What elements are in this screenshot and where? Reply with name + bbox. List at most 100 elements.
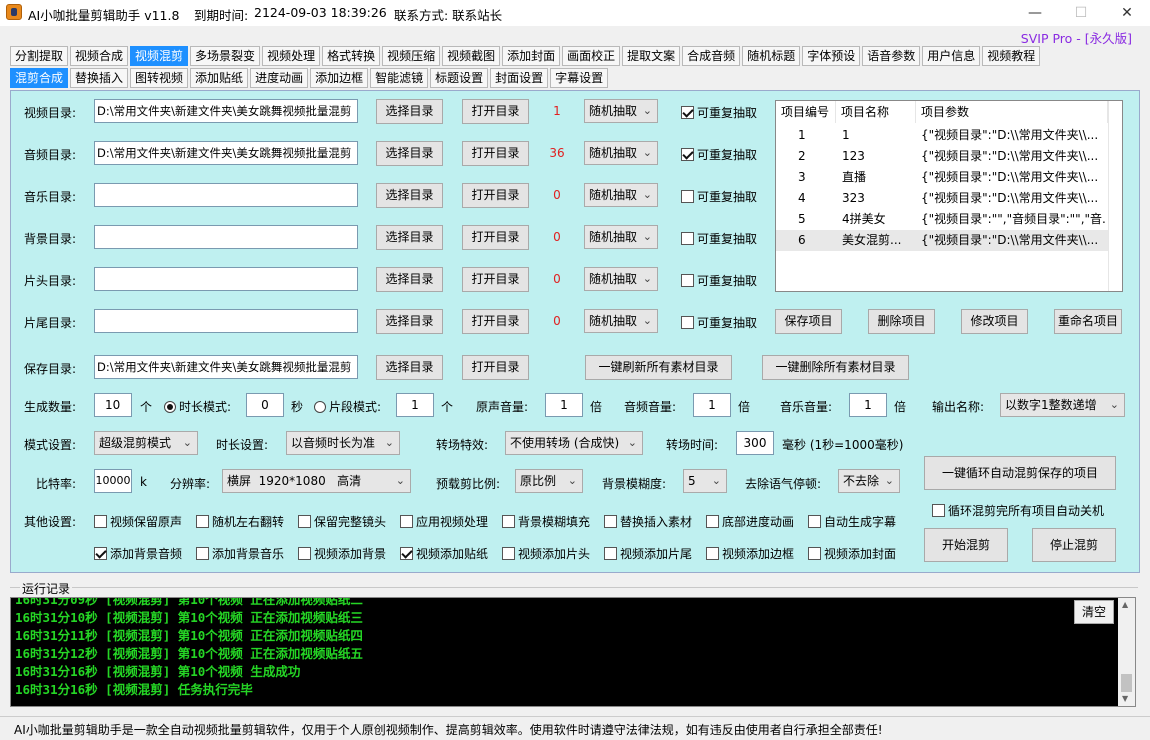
main-tab-4[interactable]: 视频处理 <box>262 46 321 66</box>
minimize-button[interactable]: — <box>1012 0 1058 26</box>
table-row[interactable]: 3 直播 {"视频目录":"D:\\常用文件夹\\... <box>776 167 1108 188</box>
segment-mode-radio[interactable]: 片段模式: <box>314 398 381 415</box>
repeat-extract-checkbox[interactable]: 可重复抽取 <box>681 146 757 163</box>
project-list[interactable]: 项目编号 项目名称 项目参数 1 1 {"视频目录":"D:\\常用文件夹\\...… <box>775 100 1123 292</box>
option-checkbox[interactable]: 替换插入素材 <box>604 513 692 530</box>
main-tab-1[interactable]: 视频合成 <box>70 46 129 66</box>
save-dir-input[interactable]: D:\常用文件夹\新建文件夹\美女跳舞视频批量混剪 <box>94 355 358 379</box>
music-volume-input[interactable]: 1 <box>849 393 887 417</box>
main-tab-5[interactable]: 格式转换 <box>322 46 381 66</box>
loop-saved-projects-button[interactable]: 一键循环自动混剪保存的项目 <box>924 456 1116 490</box>
scroll-up-icon[interactable]: ▲ <box>1122 600 1128 609</box>
option-checkbox[interactable]: 添加背景音乐 <box>196 545 284 562</box>
breath-removal-select[interactable]: 不去除 ⌄ <box>838 469 900 493</box>
main-tab-11[interactable]: 合成音频 <box>682 46 741 66</box>
option-checkbox[interactable]: 视频添加片头 <box>502 545 590 562</box>
repeat-extract-checkbox[interactable]: 可重复抽取 <box>681 230 757 247</box>
choose-dir-button[interactable]: 选择目录 <box>376 225 443 250</box>
extract-mode-select[interactable]: 随机抽取 ⌄ <box>584 141 658 165</box>
blur-select[interactable]: 5 ⌄ <box>683 469 727 493</box>
table-row[interactable]: 6 美女混剪... {"视频目录":"D:\\常用文件夹\\... <box>776 230 1108 251</box>
sub-tab-8[interactable]: 封面设置 <box>490 68 549 88</box>
open-dir-button[interactable]: 打开目录 <box>462 99 529 124</box>
duration-mode-radio[interactable]: 时长模式: <box>164 398 231 415</box>
open-dir-button[interactable]: 打开目录 <box>462 183 529 208</box>
sub-tab-7[interactable]: 标题设置 <box>430 68 489 88</box>
option-checkbox[interactable]: 视频添加背景 <box>298 545 386 562</box>
rename-project-button[interactable]: 重命名项目 <box>1054 309 1122 334</box>
main-tab-7[interactable]: 视频截图 <box>442 46 501 66</box>
open-dir-button[interactable]: 打开目录 <box>462 225 529 250</box>
auto-shutdown-checkbox[interactable]: 循环混剪完所有项目自动关机 <box>932 502 1104 519</box>
dir-input[interactable] <box>94 183 358 207</box>
delete-all-dirs-button[interactable]: 一键删除所有素材目录 <box>762 355 909 380</box>
extract-mode-select[interactable]: 随机抽取 ⌄ <box>584 183 658 207</box>
resolution-select[interactable]: 横屏 1920*1080 高清 ⌄ <box>222 469 411 493</box>
open-dir-button[interactable]: 打开目录 <box>462 309 529 334</box>
main-tab-0[interactable]: 分割提取 <box>10 46 69 66</box>
transition-time-input[interactable]: 300 <box>736 431 774 455</box>
table-row[interactable]: 1 1 {"视频目录":"D:\\常用文件夹\\... <box>776 125 1108 146</box>
col-header-id[interactable]: 项目编号 <box>776 101 836 123</box>
extract-mode-select[interactable]: 随机抽取 ⌄ <box>584 225 658 249</box>
save-choose-dir-button[interactable]: 选择目录 <box>376 355 443 380</box>
option-checkbox[interactable]: 视频添加边框 <box>706 545 794 562</box>
clear-log-button[interactable]: 清空 <box>1074 600 1114 624</box>
crop-ratio-select[interactable]: 原比例 ⌄ <box>515 469 583 493</box>
dir-input[interactable]: D:\常用文件夹\新建文件夹\美女跳舞视频批量混剪 <box>94 99 358 123</box>
start-mix-button[interactable]: 开始混剪 <box>924 528 1008 562</box>
col-header-params[interactable]: 项目参数 <box>916 101 1108 123</box>
open-dir-button[interactable]: 打开目录 <box>462 267 529 292</box>
extract-mode-select[interactable]: 随机抽取 ⌄ <box>584 309 658 333</box>
dir-input[interactable]: D:\常用文件夹\新建文件夹\美女跳舞视频批量混剪 <box>94 141 358 165</box>
maximize-button[interactable]: ☐ <box>1058 0 1104 26</box>
log-scrollbar[interactable]: ▲ ▼ <box>1118 598 1135 706</box>
save-project-button[interactable]: 保存项目 <box>775 309 842 334</box>
table-row[interactable]: 5 4拼美女 {"视频目录":"","音频目录":"","音... <box>776 209 1108 230</box>
option-checkbox[interactable]: 视频添加封面 <box>808 545 896 562</box>
sub-tab-2[interactable]: 图转视频 <box>130 68 189 88</box>
transition-select[interactable]: 不使用转场 (合成快) ⌄ <box>505 431 643 455</box>
main-tab-15[interactable]: 用户信息 <box>922 46 981 66</box>
option-checkbox[interactable]: 视频添加片尾 <box>604 545 692 562</box>
sub-tab-1[interactable]: 替换插入 <box>70 68 129 88</box>
choose-dir-button[interactable]: 选择目录 <box>376 99 443 124</box>
audio-volume-input[interactable]: 1 <box>693 393 731 417</box>
main-tab-8[interactable]: 添加封面 <box>502 46 561 66</box>
refresh-all-dirs-button[interactable]: 一键刷新所有素材目录 <box>585 355 732 380</box>
main-tab-13[interactable]: 字体预设 <box>802 46 861 66</box>
table-row[interactable]: 4 323 {"视频目录":"D:\\常用文件夹\\... <box>776 188 1108 209</box>
scroll-thumb[interactable] <box>1121 674 1132 692</box>
scroll-down-icon[interactable]: ▼ <box>1122 694 1128 703</box>
option-checkbox[interactable]: 自动生成字幕 <box>808 513 896 530</box>
table-row[interactable]: 2 123 {"视频目录":"D:\\常用文件夹\\... <box>776 146 1108 167</box>
sub-tab-6[interactable]: 智能滤镜 <box>370 68 429 88</box>
main-tab-3[interactable]: 多场景裂变 <box>190 46 261 66</box>
col-header-name[interactable]: 项目名称 <box>836 101 916 123</box>
orig-volume-input[interactable]: 1 <box>545 393 583 417</box>
main-tab-14[interactable]: 语音参数 <box>862 46 921 66</box>
bitrate-input[interactable]: 10000 <box>94 469 132 493</box>
main-tab-9[interactable]: 画面校正 <box>562 46 621 66</box>
segment-input[interactable]: 1 <box>396 393 434 417</box>
sub-tab-5[interactable]: 添加边框 <box>310 68 369 88</box>
extract-mode-select[interactable]: 随机抽取 ⌄ <box>584 267 658 291</box>
close-button[interactable]: ✕ <box>1104 0 1150 26</box>
option-checkbox[interactable]: 随机左右翻转 <box>196 513 284 530</box>
option-checkbox[interactable]: 背景模糊填充 <box>502 513 590 530</box>
main-tab-12[interactable]: 随机标题 <box>742 46 801 66</box>
save-open-dir-button[interactable]: 打开目录 <box>462 355 529 380</box>
open-dir-button[interactable]: 打开目录 <box>462 141 529 166</box>
main-tab-10[interactable]: 提取文案 <box>622 46 681 66</box>
option-checkbox[interactable]: 保留完整镜头 <box>298 513 386 530</box>
repeat-extract-checkbox[interactable]: 可重复抽取 <box>681 104 757 121</box>
dir-input[interactable] <box>94 225 358 249</box>
duration-setting-select[interactable]: 以音频时长为准 ⌄ <box>286 431 400 455</box>
mode-select[interactable]: 超级混剪模式 ⌄ <box>94 431 198 455</box>
sub-tab-0[interactable]: 混剪合成 <box>10 68 69 88</box>
log-output[interactable]: 16时31分09秒 [视频混剪] 第10个视频 正在添加视频贴纸二 16时31分1… <box>10 597 1136 707</box>
extract-mode-select[interactable]: 随机抽取 ⌄ <box>584 99 658 123</box>
delete-project-button[interactable]: 删除项目 <box>868 309 935 334</box>
choose-dir-button[interactable]: 选择目录 <box>376 309 443 334</box>
option-checkbox[interactable]: 视频保留原声 <box>94 513 182 530</box>
